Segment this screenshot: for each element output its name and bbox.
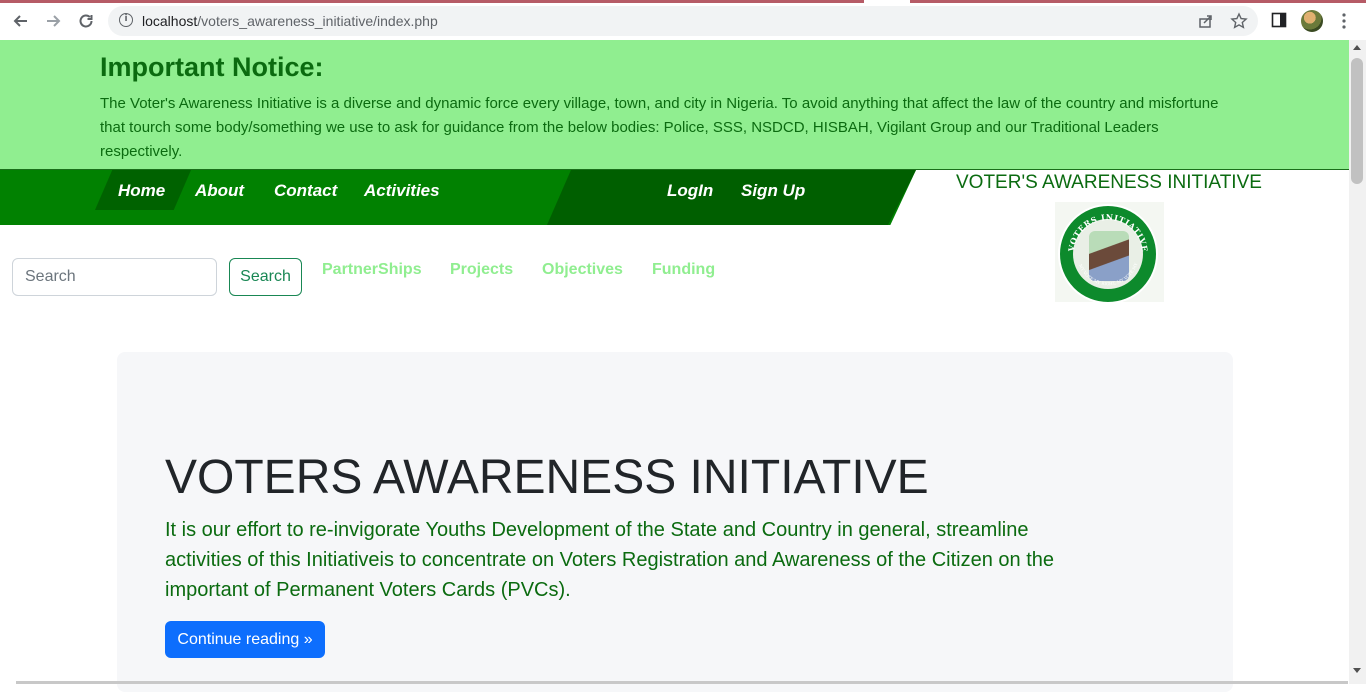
svg-text:VOTERS INITIATIVE AWARENESS: VOTERS INITIATIVE AWARENESS — [1060, 206, 1150, 253]
url-text[interactable]: localhost/voters_awareness_initiative/in… — [142, 13, 438, 29]
nav-about[interactable]: About — [195, 181, 244, 201]
search-button[interactable]: Search — [229, 258, 302, 296]
nav-signup[interactable]: Sign Up — [741, 181, 805, 201]
tab-strip-edge — [0, 0, 864, 3]
url-host: localhost — [142, 13, 198, 29]
menu-dots-icon[interactable] — [1340, 12, 1348, 34]
brand-title: VOTER'S AWARENESS INITIATIVE — [956, 172, 1262, 193]
back-icon[interactable] — [9, 9, 33, 33]
tab-strip-edge — [910, 0, 1366, 3]
forward-icon[interactable] — [41, 9, 65, 33]
scroll-down-icon[interactable] — [1353, 668, 1361, 673]
page-scrollbar[interactable] — [1349, 40, 1366, 684]
link-objectives[interactable]: Objectives — [542, 261, 623, 279]
url-path: /voters_awareness_initiative/index.php — [197, 13, 438, 29]
link-partnerships[interactable]: PartnerShips — [322, 261, 422, 279]
initiative-logo: VOTERS INITIATIVE AWARENESS MY VOTE MY R… — [1055, 202, 1164, 304]
browser-toolbar: i localhost/voters_awareness_initiative/… — [0, 0, 1366, 41]
logo-text-ring: VOTERS INITIATIVE AWARENESS MY VOTE MY R… — [1060, 206, 1150, 286]
search-input[interactable] — [12, 258, 217, 296]
reload-icon[interactable] — [74, 9, 98, 33]
nav-activities[interactable]: Activities — [364, 181, 440, 201]
site-info-icon[interactable]: i — [119, 13, 133, 27]
hero-section: VOTERS AWARENESS INITIATIVE It is our ef… — [117, 352, 1233, 692]
share-icon[interactable] — [1198, 13, 1214, 33]
link-projects[interactable]: Projects — [450, 261, 513, 279]
logo-ring: VOTERS INITIATIVE AWARENESS MY VOTE MY R… — [1058, 204, 1158, 304]
hero-description: It is our effort to re-invigorate Youths… — [165, 519, 1055, 601]
link-funding[interactable]: Funding — [652, 261, 715, 279]
scroll-thumb[interactable] — [1351, 58, 1363, 184]
nav-login[interactable]: LogIn — [667, 181, 713, 201]
profile-avatar[interactable] — [1301, 10, 1323, 32]
hero-title: VOTERS AWARENESS INITIATIVE — [165, 451, 929, 504]
nav-home[interactable]: Home — [118, 181, 165, 201]
bookmark-star-icon[interactable] — [1230, 12, 1248, 34]
auth-navbar-section — [547, 170, 916, 225]
notice-body: The Voter's Awareness Initiative is a di… — [100, 95, 1219, 160]
important-notice-banner: Important Notice: The Voter's Awareness … — [0, 40, 1349, 170]
logo-ring-text: VOTERS INITIATIVE AWARENESS — [1060, 206, 1149, 253]
notice-title: Important Notice: — [100, 52, 324, 82]
nav-contact[interactable]: Contact — [274, 181, 337, 201]
scroll-up-icon[interactable] — [1353, 45, 1361, 50]
side-panel-icon[interactable] — [1271, 12, 1287, 32]
continue-reading-button[interactable]: Continue reading » — [165, 621, 325, 658]
address-bar[interactable]: i localhost/voters_awareness_initiative/… — [108, 6, 1258, 36]
